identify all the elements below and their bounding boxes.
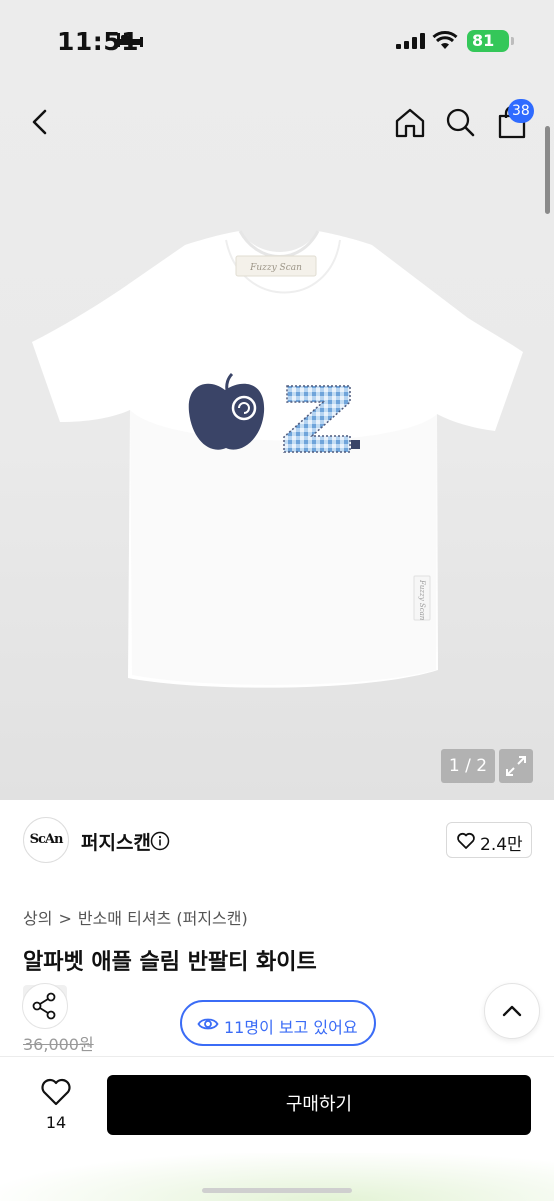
top-navigation bbox=[0, 84, 554, 160]
neck-label-text: Fuzzy Scan bbox=[249, 263, 302, 273]
share-button[interactable] bbox=[22, 983, 68, 1029]
viewers-count-pill: 11명이 보고 있어요 bbox=[180, 1000, 376, 1046]
back-icon bbox=[32, 109, 47, 135]
breadcrumb-separator: > bbox=[58, 909, 72, 928]
brand-name[interactable]: 퍼지스캔 bbox=[81, 828, 151, 855]
breadcrumb-category[interactable]: 상의 bbox=[23, 909, 52, 928]
search-button[interactable] bbox=[442, 102, 478, 142]
brand-row: ScAn 퍼지스캔 2.4만 bbox=[0, 800, 554, 880]
wishlist-count: 14 bbox=[45, 1113, 67, 1132]
battery-indicator: 81 bbox=[467, 30, 509, 52]
original-price: 36,000원 bbox=[23, 1035, 94, 1054]
search-icon bbox=[446, 108, 475, 137]
info-icon[interactable] bbox=[150, 831, 170, 851]
scrollbar[interactable] bbox=[545, 126, 550, 214]
bottom-glow bbox=[0, 1153, 554, 1201]
share-icon bbox=[32, 992, 56, 1020]
viewers-count-text: 11명이 보고 있어요 bbox=[224, 1018, 358, 1037]
signal-icon bbox=[396, 33, 425, 49]
bottom-action-bar: 14 구매하기 bbox=[0, 1056, 554, 1201]
status-bar: 11:51 81 bbox=[0, 0, 554, 84]
image-counter: 1 / 2 bbox=[441, 749, 495, 783]
brand-logo[interactable]: ScAn bbox=[23, 817, 69, 863]
wishlist-button[interactable]: 14 bbox=[30, 1075, 82, 1135]
home-indicator[interactable] bbox=[202, 1188, 352, 1193]
side-tag-text: Fuzzy Scan bbox=[418, 579, 426, 621]
heart-icon bbox=[457, 832, 475, 849]
expand-image-button[interactable] bbox=[499, 749, 533, 783]
product-image: Fuzzy Scan Fuzzy Scan bbox=[32, 230, 523, 688]
bed-icon bbox=[117, 33, 143, 47]
heart-icon bbox=[41, 1078, 71, 1106]
back-button[interactable] bbox=[22, 102, 58, 142]
buy-button[interactable]: 구매하기 bbox=[107, 1075, 531, 1135]
breadcrumb: 상의 > 반소매 티셔츠 (퍼지스캔) bbox=[23, 905, 254, 929]
breadcrumb-subcategory[interactable]: 반소매 티셔츠 (퍼지스캔) bbox=[78, 909, 248, 928]
home-button[interactable] bbox=[392, 102, 428, 142]
brand-like-button[interactable]: 2.4만 bbox=[446, 822, 532, 858]
home-icon bbox=[395, 108, 425, 138]
expand-icon bbox=[506, 756, 526, 776]
product-title: 알파벳 애플 슬림 반팔티 화이트 bbox=[23, 950, 317, 975]
eye-icon bbox=[197, 1018, 219, 1030]
battery-cap bbox=[511, 37, 514, 45]
chevron-up-icon bbox=[502, 1005, 522, 1017]
scroll-to-top-button[interactable] bbox=[484, 983, 540, 1039]
brand-like-count: 2.4만 bbox=[480, 835, 523, 855]
wifi-icon bbox=[432, 31, 458, 49]
cart-count-badge: 38 bbox=[508, 99, 534, 123]
